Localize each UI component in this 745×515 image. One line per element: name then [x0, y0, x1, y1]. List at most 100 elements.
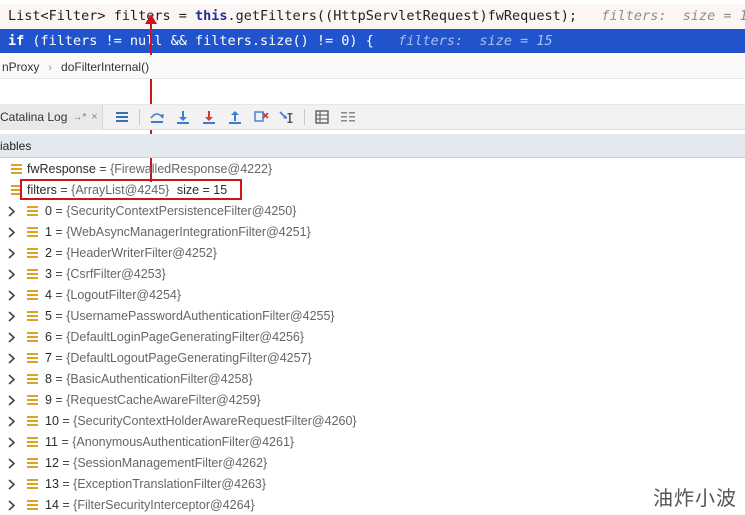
chevron-right-icon[interactable]: [7, 369, 17, 390]
equals-sign: =: [58, 414, 74, 428]
toolbar-separator: [303, 109, 305, 125]
field-icon: [27, 416, 38, 427]
inline-value-hint: filters: size = 15: [398, 33, 553, 49]
breadcrumb-item-method[interactable]: doFilterInternal(): [61, 60, 149, 74]
step-over-icon[interactable]: [144, 106, 170, 128]
item-value: {ExceptionTranslationFilter@4263}: [73, 477, 267, 491]
equals-sign: =: [51, 204, 67, 218]
item-index: 10: [45, 414, 59, 428]
annotation-arrow-line: [150, 22, 152, 182]
menu-icon[interactable]: [109, 106, 135, 128]
variables-panel-header: iables: [0, 134, 745, 158]
chevron-right-icon[interactable]: [7, 243, 17, 264]
item-value: {DefaultLogoutPageGeneratingFilter@4257}: [66, 351, 312, 365]
item-index: 2: [45, 246, 52, 260]
chevron-right-icon[interactable]: [7, 495, 17, 515]
field-icon: [27, 458, 38, 469]
code-var-filters[interactable]: filters: [114, 8, 171, 24]
chevron-right-icon[interactable]: [7, 390, 17, 411]
field-icon: [27, 248, 38, 259]
field-icon: [27, 290, 38, 301]
annotation-highlight-box: [20, 179, 242, 200]
field-icon: [27, 395, 38, 406]
equals-sign: =: [51, 246, 67, 260]
annotation-arrow-head: [145, 14, 157, 24]
item-index: 0: [45, 204, 52, 218]
item-value: {LogoutFilter@4254}: [66, 288, 182, 302]
equals-sign: =: [51, 330, 67, 344]
equals-sign: =: [51, 351, 67, 365]
item-value: {RequestCacheAwareFilter@4259}: [66, 393, 261, 407]
tab-catalina-log[interactable]: Catalina Log →* ×: [0, 104, 103, 130]
field-icon: [27, 269, 38, 280]
equals-sign: =: [51, 267, 67, 281]
equals-sign: =: [58, 477, 74, 491]
item-index: 12: [45, 456, 59, 470]
field-icon: [11, 164, 22, 175]
force-step-into-icon[interactable]: [196, 106, 222, 128]
item-value: {BasicAuthenticationFilter@4258}: [66, 372, 253, 386]
run-to-cursor-icon[interactable]: [274, 106, 300, 128]
breadcrumb-separator: ›: [48, 62, 53, 74]
chevron-right-icon[interactable]: [7, 201, 17, 222]
evaluate-expression-icon[interactable]: [309, 106, 335, 128]
inline-value-hint: filters: size = 15: [601, 8, 745, 24]
item-value: {DefaultLoginPageGeneratingFilter@4256}: [66, 330, 305, 344]
chevron-right-icon[interactable]: [7, 327, 17, 348]
step-into-icon[interactable]: [170, 106, 196, 128]
chevron-right-icon[interactable]: [7, 453, 17, 474]
code-line-current[interactable]: if (filters != null && filters.size() !=…: [0, 29, 745, 53]
trace-icon[interactable]: [335, 106, 361, 128]
toolbar-separator: [138, 109, 140, 125]
code-keyword-if: if: [8, 33, 25, 49]
chevron-right-icon[interactable]: [7, 306, 17, 327]
equals-sign: =: [58, 456, 74, 470]
code-keyword-this: this: [195, 8, 228, 24]
watermark: 油炸小波: [653, 486, 737, 510]
field-icon: [27, 374, 38, 385]
item-index: 11: [45, 435, 58, 449]
item-index: 6: [45, 330, 52, 344]
field-icon: [27, 332, 38, 343]
equals-sign: =: [51, 225, 67, 239]
chevron-right-icon[interactable]: [7, 222, 17, 243]
code-line-getfilters[interactable]: List<Filter> filters = this.getFilters((…: [0, 4, 745, 28]
pin-icon[interactable]: →*: [72, 112, 86, 123]
item-index: 4: [45, 288, 52, 302]
chevron-right-icon[interactable]: [7, 264, 17, 285]
chevron-right-icon[interactable]: [7, 348, 17, 369]
item-index: 9: [45, 393, 52, 407]
field-icon: [27, 353, 38, 364]
step-out-icon[interactable]: [222, 106, 248, 128]
chevron-right-icon[interactable]: [7, 285, 17, 306]
code-eq: =: [178, 8, 187, 24]
equals-sign: =: [51, 309, 67, 323]
field-icon: [27, 311, 38, 322]
item-index: 7: [45, 351, 52, 365]
equals-sign: =: [51, 288, 67, 302]
chevron-right-icon[interactable]: [7, 474, 17, 495]
drop-frame-icon[interactable]: [248, 106, 274, 128]
item-value: {AnonymousAuthenticationFilter@4261}: [72, 435, 295, 449]
item-value: {HeaderWriterFilter@4252}: [66, 246, 217, 260]
field-icon: [27, 500, 38, 511]
item-index: 8: [45, 372, 52, 386]
field-icon: [27, 227, 38, 238]
equals-sign: =: [51, 393, 67, 407]
equals-sign: =: [51, 372, 67, 386]
equals-sign: =: [58, 498, 74, 512]
equals-sign: =: [99, 162, 107, 176]
item-value: {WebAsyncManagerIntegrationFilter@4251}: [66, 225, 311, 239]
breadcrumb-item-proxy[interactable]: nProxy: [2, 60, 39, 74]
item-value: {FilterSecurityInterceptor@4264}: [73, 498, 255, 512]
chevron-right-icon[interactable]: [7, 432, 17, 453]
item-value: {SecurityContextHolderAwareRequestFilter…: [73, 414, 357, 428]
breadcrumb: nProxy › doFilterInternal(): [0, 55, 745, 79]
item-value: {SecurityContextPersistenceFilter@4250}: [66, 204, 297, 218]
item-index: 5: [45, 309, 52, 323]
item-value: {CsrfFilter@4253}: [66, 267, 166, 281]
variable-value: {FirewalledResponse@4222}: [110, 162, 273, 176]
close-icon[interactable]: ×: [91, 111, 97, 123]
variable-name: fwResponse: [27, 162, 96, 176]
chevron-right-icon[interactable]: [7, 411, 17, 432]
